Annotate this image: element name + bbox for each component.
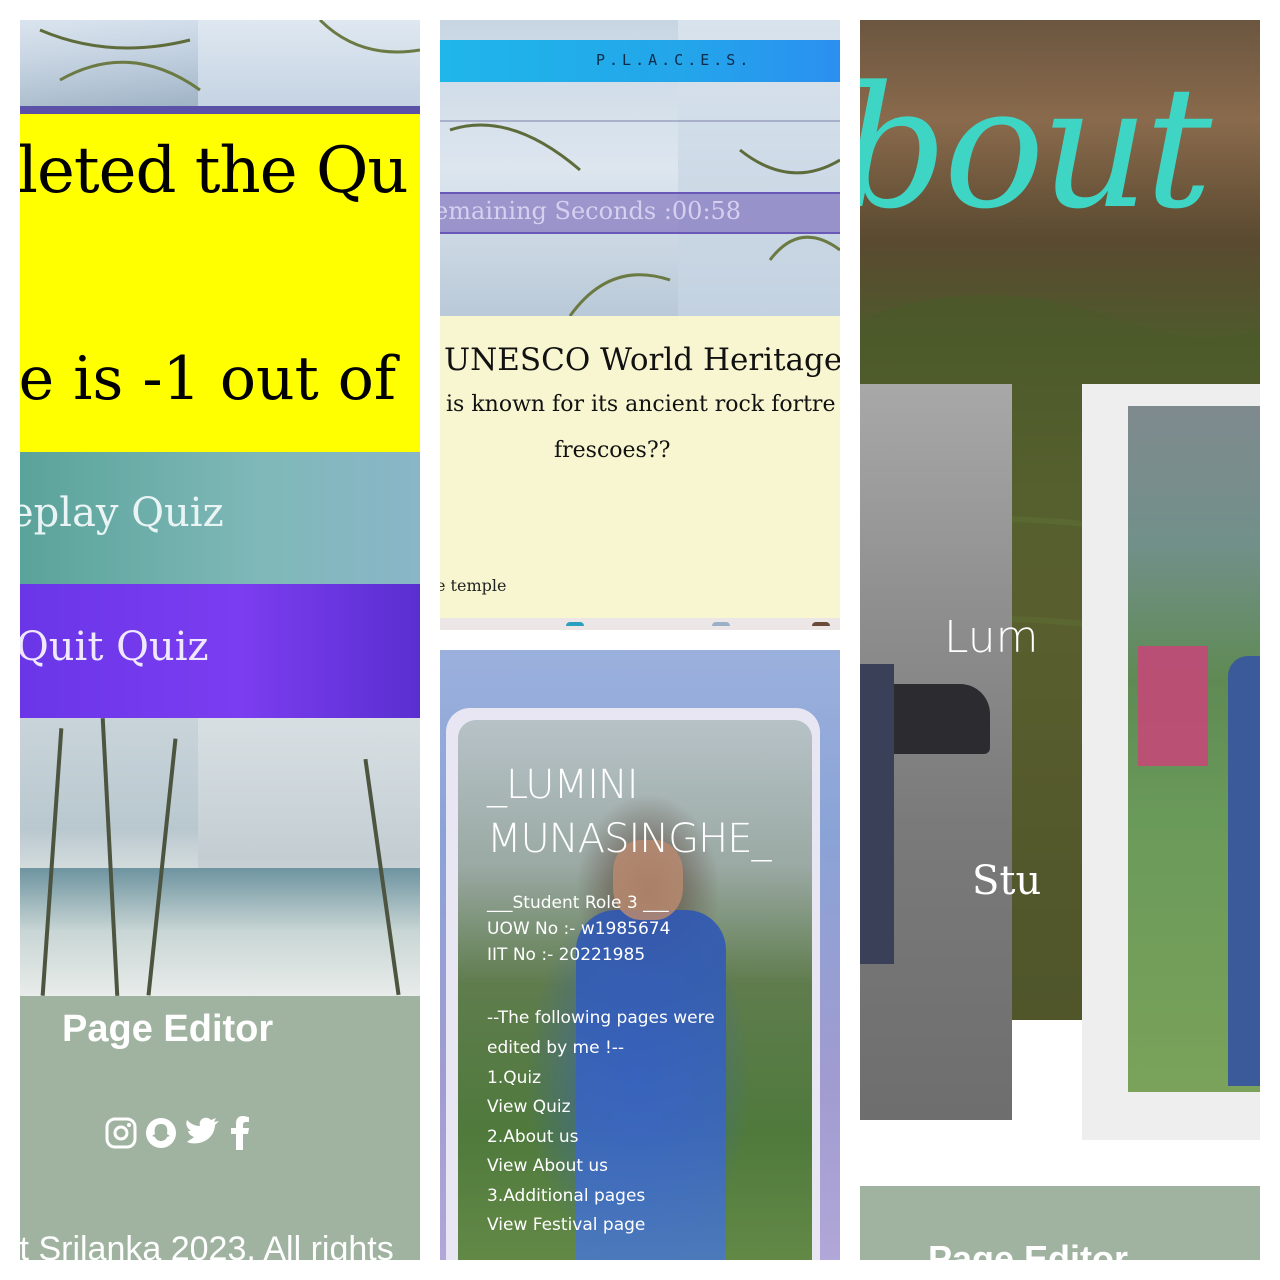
palm-leaves-image <box>39 20 420 92</box>
quiz-question-panel: P.L.A.C.E.S. emaining Seconds :00:58 UNE… <box>440 20 840 630</box>
copyright-text: it Srilanka 2023, All rights <box>20 1230 394 1260</box>
question-text-line1: UNESCO World Heritage S <box>444 342 840 378</box>
team-member-panel: _LUMINI MUNASINGHE_ ___Student Role 3 __… <box>440 650 840 1260</box>
question-text-line3: frescoes?? <box>554 438 671 463</box>
member-card-left <box>860 384 1012 1120</box>
snapchat-icon[interactable] <box>144 1116 178 1150</box>
social-icons <box>104 1116 258 1150</box>
member-name-line2: MUNASINGHE_ <box>487 816 772 862</box>
uow-number: UOW No :- w1985674 <box>487 919 671 939</box>
site-title[interactable]: P.L.A.C.E.S. <box>596 51 752 69</box>
question-text-line2: is known for its ancient rock fortre <box>446 392 836 417</box>
pages-intro-line1: --The following pages were <box>487 1008 715 1028</box>
completed-message: oleted the Qu <box>20 134 409 208</box>
view-about-us-link[interactable]: View About us <box>487 1156 608 1176</box>
page-footer: Page Editor it Srilanka 2023, All rights <box>20 996 420 1260</box>
footer-title: Page Editor <box>62 1008 274 1050</box>
member-photo <box>1128 406 1260 1092</box>
list-item: 3.Additional pages <box>487 1186 646 1206</box>
about-us-heading: bout U <box>860 50 1260 246</box>
quit-quiz-label: Quit Quiz <box>20 624 209 670</box>
instagram-icon[interactable] <box>104 1116 138 1150</box>
about-us-panel: bout U Lum Stu Page Editor <box>860 20 1260 1260</box>
replay-quiz-label: eplay Quiz <box>20 490 224 536</box>
timer-bar: emaining Seconds :00:58 <box>440 192 840 234</box>
page-footer: Page Editor <box>860 1186 1260 1260</box>
pages-intro-line2: edited by me !-- <box>487 1038 625 1058</box>
score-message: re is -1 out of 5 <box>20 344 420 414</box>
member-card-right <box>1082 384 1260 1140</box>
replay-quiz-button[interactable]: eplay Quiz <box>20 452 420 584</box>
list-item: 1.Quiz <box>487 1068 542 1088</box>
result-box: oleted the Qu re is -1 out of 5 <box>20 114 420 452</box>
view-quiz-link[interactable]: View Quiz <box>487 1097 571 1117</box>
answer-option[interactable]: e temple <box>440 576 506 595</box>
divider-band <box>20 106 420 114</box>
footer-title: Page Editor <box>928 1238 1129 1260</box>
beach-image <box>20 718 420 996</box>
top-nav-bar: P.L.A.C.E.S. <box>440 40 840 82</box>
bottom-strip <box>440 618 840 630</box>
palm-banner-top <box>20 20 420 112</box>
member-name-line1: _LUMINI <box>487 762 639 808</box>
iit-number: IIT No :- 20221985 <box>487 945 646 965</box>
list-item: 2.About us <box>487 1127 579 1147</box>
twitter-icon[interactable] <box>184 1116 219 1150</box>
student-role: ___Student Role 3 ___ <box>487 893 669 913</box>
facebook-icon[interactable] <box>224 1116 258 1150</box>
member-role: Stu <box>972 858 1042 904</box>
view-festival-page-link[interactable]: View Festival page <box>487 1215 645 1235</box>
quiz-result-panel: oleted the Qu re is -1 out of 5 eplay Qu… <box>20 20 420 1260</box>
quit-quiz-button[interactable]: Quit Quiz <box>20 584 420 718</box>
remaining-seconds-text: emaining Seconds :00:58 <box>440 197 742 225</box>
member-name: Lum <box>944 612 1039 663</box>
